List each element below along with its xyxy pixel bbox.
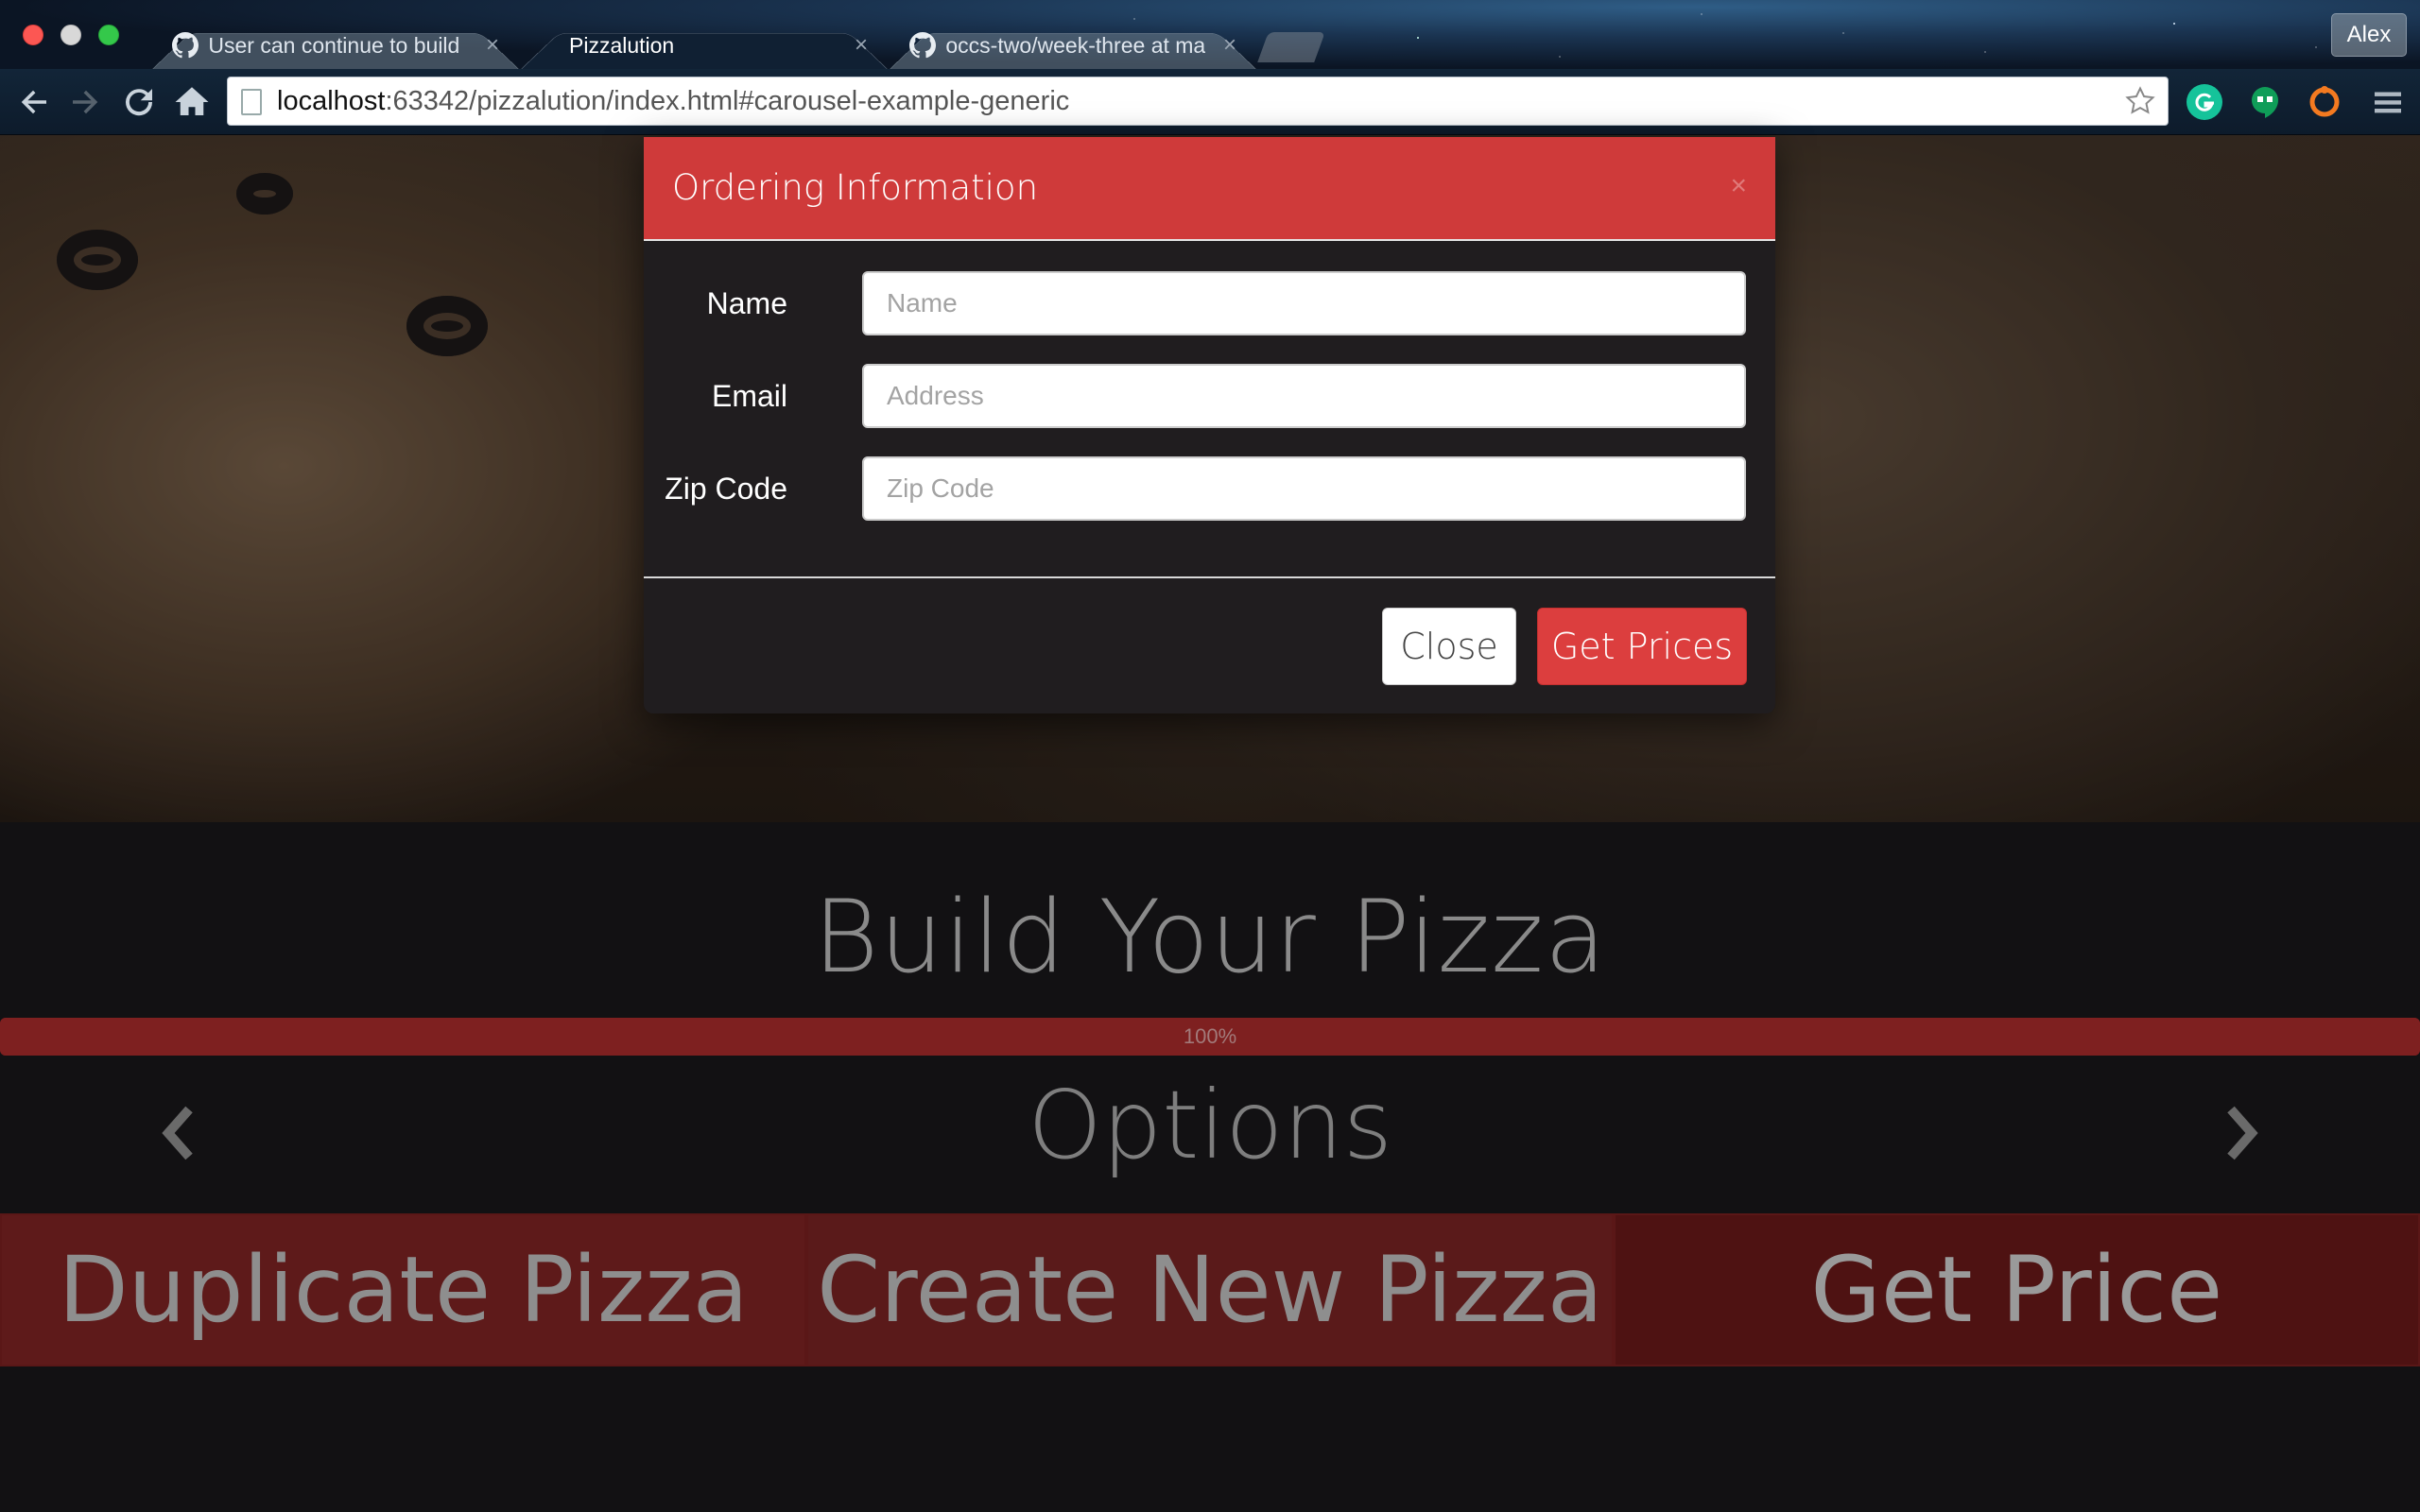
- home-icon[interactable]: [172, 82, 212, 122]
- olive-decoration: [57, 230, 138, 290]
- action-buttons-row: Duplicate Pizza Create New Pizza Get Pri…: [0, 1213, 2420, 1366]
- forward-arrow-icon[interactable]: [66, 82, 106, 122]
- tab-close-icon[interactable]: ×: [855, 21, 868, 69]
- olive-decoration: [406, 296, 488, 356]
- close-button[interactable]: Close: [1382, 608, 1516, 685]
- page-icon: [241, 89, 262, 115]
- address-bar[interactable]: localhost:63342/pizzalution/index.html#c…: [227, 77, 2169, 126]
- duplicate-pizza-button[interactable]: Duplicate Pizza: [0, 1213, 807, 1366]
- tab-pizzalution[interactable]: Pizzalution ×: [520, 21, 889, 69]
- github-icon: [172, 31, 199, 59]
- progress-bar: 100%: [0, 1018, 2420, 1056]
- email-label: Email: [711, 379, 787, 413]
- tab-label: User can continue to build: [208, 33, 460, 58]
- url-text[interactable]: localhost:63342/pizzalution/index.html#c…: [277, 77, 1069, 125]
- modal-header: Ordering Information ×: [644, 137, 1775, 241]
- zip-code-input[interactable]: [862, 456, 1746, 521]
- tab-close-icon[interactable]: ×: [486, 21, 499, 69]
- browser-window: User can continue to build × Pizzalution…: [0, 0, 2420, 1512]
- tab-label: occs-two/week-three at ma: [945, 33, 1206, 58]
- zip-code-row: Zip Code: [644, 456, 1775, 521]
- reload-icon[interactable]: [119, 82, 159, 122]
- tab-user-can-continue[interactable]: User can continue to build ×: [151, 21, 520, 69]
- modal-close-icon[interactable]: ×: [1730, 167, 1747, 205]
- tab-close-icon[interactable]: ×: [1223, 21, 1236, 69]
- pizza-builder-section: Build Your Pizza 100% Options Duplicate …: [0, 822, 2420, 1512]
- carousel-slide-title: Options: [1028, 1070, 1392, 1180]
- modal-title: Ordering Information: [672, 167, 1039, 208]
- sync-extension-icon[interactable]: [2307, 84, 2342, 120]
- get-prices-button[interactable]: Get Prices: [1537, 608, 1747, 685]
- ordering-info-modal: Ordering Information × Name Email Zip Co…: [644, 137, 1775, 713]
- menu-hamburger-icon[interactable]: [2368, 82, 2408, 122]
- page-title: Build Your Pizza: [813, 879, 1607, 995]
- email-input[interactable]: [862, 364, 1746, 428]
- name-input[interactable]: [862, 271, 1746, 335]
- grammarly-extension-icon[interactable]: [2187, 84, 2222, 120]
- back-arrow-icon[interactable]: [13, 82, 53, 122]
- email-row: Email: [644, 364, 1775, 428]
- tab-occs-two[interactable]: occs-two/week-three at ma ×: [889, 21, 1257, 69]
- olive-decoration: [236, 173, 293, 215]
- new-tab-button[interactable]: [1257, 32, 1325, 62]
- get-price-button[interactable]: Get Price: [1613, 1213, 2420, 1366]
- zip-code-label: Zip Code: [665, 472, 787, 506]
- carousel-next-icon[interactable]: [2218, 1100, 2265, 1166]
- modal-footer-divider: [644, 576, 1775, 578]
- maximize-window-button[interactable]: [98, 25, 119, 45]
- bookmark-star-icon[interactable]: [2124, 85, 2156, 117]
- name-row: Name: [644, 271, 1775, 335]
- name-label: Name: [706, 286, 787, 320]
- create-new-pizza-button[interactable]: Create New Pizza: [806, 1213, 1614, 1366]
- browser-toolbar: localhost:63342/pizzalution/index.html#c…: [0, 69, 2420, 135]
- close-window-button[interactable]: [23, 25, 43, 45]
- minimize-window-button[interactable]: [60, 25, 81, 45]
- title-bar: User can continue to build × Pizzalution…: [0, 0, 2420, 69]
- hangouts-extension-icon[interactable]: [2247, 84, 2283, 120]
- profile-button[interactable]: Alex: [2331, 13, 2407, 57]
- progress-label: 100%: [1183, 1024, 1237, 1048]
- github-icon: [909, 31, 936, 59]
- tab-label: Pizzalution: [569, 33, 675, 58]
